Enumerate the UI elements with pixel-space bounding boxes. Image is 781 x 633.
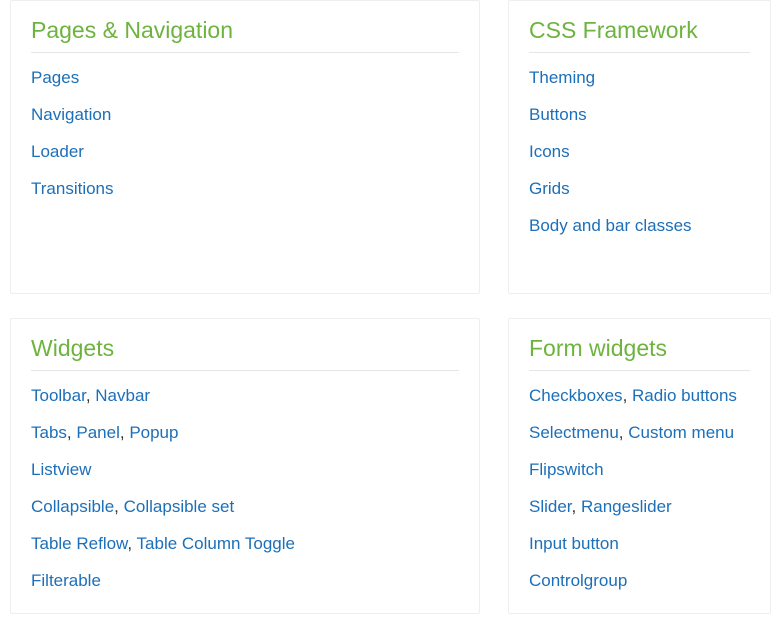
list-row: Selectmenu, Custom menu bbox=[529, 422, 750, 444]
link-radio-buttons[interactable]: Radio buttons bbox=[632, 386, 737, 405]
link-input-button[interactable]: Input button bbox=[529, 534, 619, 553]
list-row: Grids bbox=[529, 178, 750, 200]
list-row: Toolbar, Navbar bbox=[31, 385, 459, 407]
panel-title-pages-navigation: Pages & Navigation bbox=[31, 17, 459, 53]
list-row: Body and bar classes bbox=[529, 215, 750, 237]
link-flipswitch[interactable]: Flipswitch bbox=[529, 460, 604, 479]
separator: , bbox=[86, 386, 95, 405]
panel-title-widgets: Widgets bbox=[31, 335, 459, 371]
list-row: Collapsible, Collapsible set bbox=[31, 496, 459, 518]
link-table-column-toggle[interactable]: Table Column Toggle bbox=[137, 534, 295, 553]
list-row: Transitions bbox=[31, 178, 459, 200]
link-collapsible-set[interactable]: Collapsible set bbox=[124, 497, 235, 516]
separator: , bbox=[623, 386, 632, 405]
link-table-reflow[interactable]: Table Reflow bbox=[31, 534, 127, 553]
link-controlgroup[interactable]: Controlgroup bbox=[529, 571, 627, 590]
list-row: Controlgroup bbox=[529, 570, 750, 592]
list-row: Pages bbox=[31, 67, 459, 89]
list-row: Checkboxes, Radio buttons bbox=[529, 385, 750, 407]
link-toolbar[interactable]: Toolbar bbox=[31, 386, 86, 405]
link-checkboxes[interactable]: Checkboxes bbox=[529, 386, 623, 405]
panel-pages-navigation: Pages & Navigation Pages Navigation Load… bbox=[10, 0, 480, 294]
list-row: Slider, Rangeslider bbox=[529, 496, 750, 518]
list-row: Filterable bbox=[31, 570, 459, 592]
separator: , bbox=[67, 423, 76, 442]
link-rangeslider[interactable]: Rangeslider bbox=[581, 497, 672, 516]
panel-grid: Pages & Navigation Pages Navigation Load… bbox=[0, 0, 781, 624]
list-row: Loader bbox=[31, 141, 459, 163]
panel-form-widgets: Form widgets Checkboxes, Radio buttons S… bbox=[508, 318, 771, 614]
link-panel[interactable]: Panel bbox=[76, 423, 119, 442]
link-filterable[interactable]: Filterable bbox=[31, 571, 101, 590]
list-row: Input button bbox=[529, 533, 750, 555]
panel-title-form-widgets: Form widgets bbox=[529, 335, 750, 371]
link-navigation[interactable]: Navigation bbox=[31, 105, 111, 124]
link-grids[interactable]: Grids bbox=[529, 179, 570, 198]
link-body-bar-classes[interactable]: Body and bar classes bbox=[529, 216, 692, 235]
link-pages[interactable]: Pages bbox=[31, 68, 79, 87]
panel-title-css-framework: CSS Framework bbox=[529, 17, 750, 53]
list-row: Table Reflow, Table Column Toggle bbox=[31, 533, 459, 555]
separator: , bbox=[619, 423, 628, 442]
link-navbar[interactable]: Navbar bbox=[95, 386, 150, 405]
link-theming[interactable]: Theming bbox=[529, 68, 595, 87]
link-transitions[interactable]: Transitions bbox=[31, 179, 114, 198]
separator: , bbox=[114, 497, 123, 516]
list-row: Flipswitch bbox=[529, 459, 750, 481]
link-buttons[interactable]: Buttons bbox=[529, 105, 587, 124]
separator: , bbox=[127, 534, 136, 553]
link-slider[interactable]: Slider bbox=[529, 497, 572, 516]
list-row: Navigation bbox=[31, 104, 459, 126]
panel-css-framework: CSS Framework Theming Buttons Icons Grid… bbox=[508, 0, 771, 294]
panel-widgets: Widgets Toolbar, Navbar Tabs, Panel, Pop… bbox=[10, 318, 480, 614]
link-tabs[interactable]: Tabs bbox=[31, 423, 67, 442]
link-collapsible[interactable]: Collapsible bbox=[31, 497, 114, 516]
list-row: Icons bbox=[529, 141, 750, 163]
link-loader[interactable]: Loader bbox=[31, 142, 84, 161]
list-row: Listview bbox=[31, 459, 459, 481]
list-row: Tabs, Panel, Popup bbox=[31, 422, 459, 444]
link-selectmenu[interactable]: Selectmenu bbox=[529, 423, 619, 442]
list-row: Theming bbox=[529, 67, 750, 89]
separator: , bbox=[572, 497, 581, 516]
link-listview[interactable]: Listview bbox=[31, 460, 91, 479]
list-row: Buttons bbox=[529, 104, 750, 126]
link-icons[interactable]: Icons bbox=[529, 142, 570, 161]
link-popup[interactable]: Popup bbox=[129, 423, 178, 442]
link-custom-menu[interactable]: Custom menu bbox=[628, 423, 734, 442]
separator: , bbox=[120, 423, 129, 442]
